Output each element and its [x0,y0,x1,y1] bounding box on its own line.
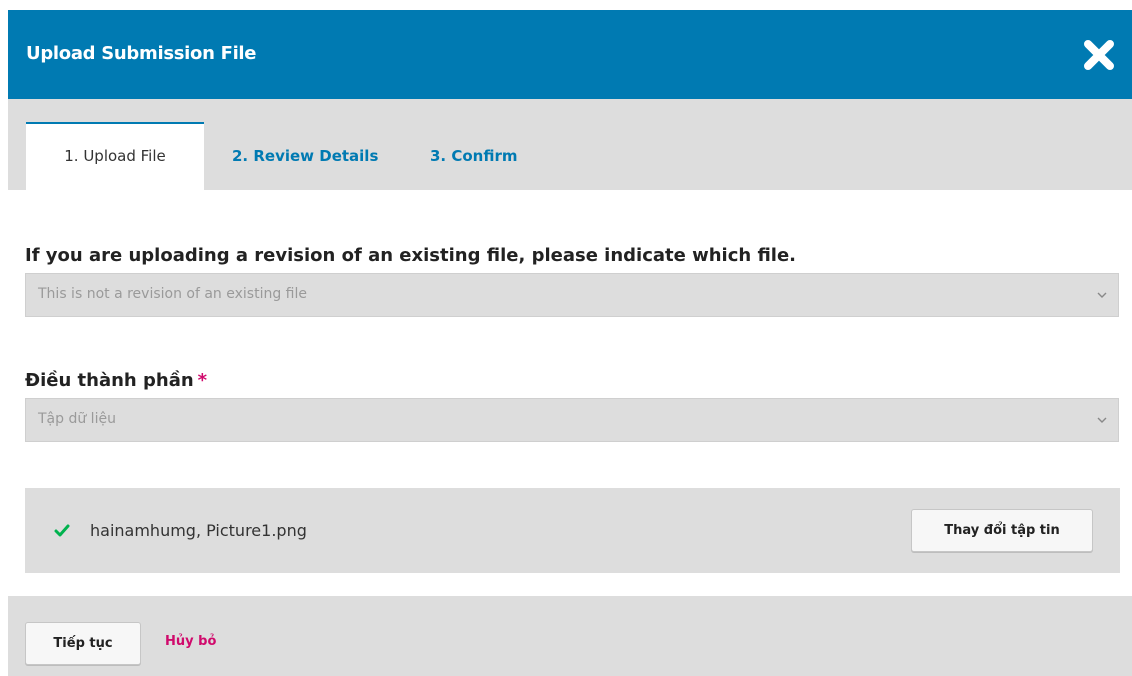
component-field-label: Điều thành phần * [25,370,207,391]
upload-dialog: Upload Submission File 1. Upload File 2.… [8,10,1132,676]
tab-upload-file[interactable]: 1. Upload File [26,122,204,190]
component-label-text: Điều thành phần [25,370,194,391]
chevron-down-icon [1097,417,1107,423]
tab-review-details[interactable]: 2. Review Details [232,122,378,190]
check-icon [54,524,70,537]
cancel-link[interactable]: Hủy bỏ [165,634,216,649]
revision-select-value: This is not a revision of an existing fi… [38,286,308,302]
dialog-header: Upload Submission File [8,10,1132,99]
uploaded-file-name: hainamhumg, Picture1.png [90,521,307,540]
tab-confirm[interactable]: 3. Confirm [430,122,518,190]
dialog-footer: Tiếp tục Hủy bỏ [8,596,1132,676]
uploaded-file-panel: hainamhumg, Picture1.png Thay đổi tập ti… [25,488,1120,573]
chevron-down-icon [1097,292,1107,298]
revision-field-label: If you are uploading a revision of an ex… [25,245,797,266]
component-select[interactable]: Tập dữ liệu [25,398,1119,442]
revision-select[interactable]: This is not a revision of an existing fi… [25,273,1119,317]
continue-button[interactable]: Tiếp tục [25,622,141,665]
close-button[interactable] [1082,38,1116,72]
dialog-title: Upload Submission File [26,43,257,64]
component-select-value: Tập dữ liệu [38,411,116,427]
required-marker: * [197,370,208,391]
close-x-icon [1084,40,1114,70]
change-file-button[interactable]: Thay đổi tập tin [911,509,1093,552]
wizard-tabs: 1. Upload File 2. Review Details 3. Conf… [8,99,1132,190]
